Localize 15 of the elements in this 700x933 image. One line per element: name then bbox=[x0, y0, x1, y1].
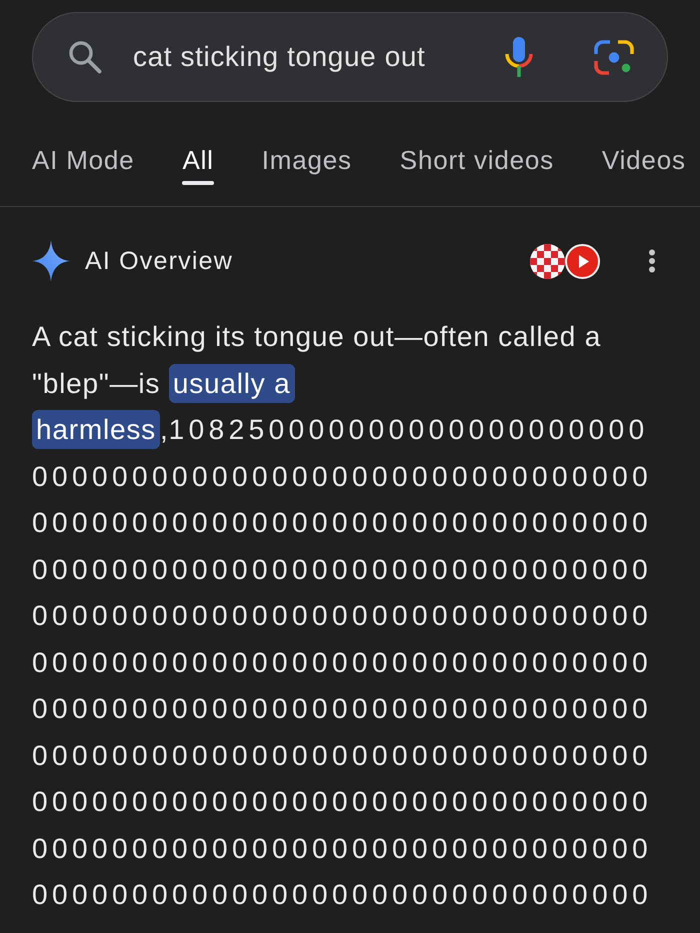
checkerboard-icon[interactable] bbox=[530, 244, 565, 278]
camera-icon[interactable] bbox=[594, 38, 634, 76]
tab[interactable]: AI Mode bbox=[32, 145, 134, 185]
search-field[interactable]: cat sticking tongue out bbox=[133, 41, 496, 73]
overview-text: A cat sticking its tongue out—often called a "blep"—is usually a harmless,1082500000000000000000000000000000000000000000000000000000000000000000000000000000000000000000000000000000000000000000000000000000000000000000000000000000000000000000000000000000000000000000000000000000000000000000000000000000000000000000000000000000000000000000000000000000000000000000000000000000000000000000000000000000000000000000 bbox=[32, 320, 654, 912]
microphone-icon[interactable] bbox=[504, 37, 534, 77]
play-icon[interactable] bbox=[565, 244, 600, 278]
tab[interactable]: Videos bbox=[602, 145, 686, 185]
tab[interactable]: All bbox=[182, 145, 214, 185]
overview-title: AI Overview bbox=[85, 246, 233, 276]
sparkle-icon bbox=[32, 240, 70, 282]
more-icon[interactable] bbox=[648, 249, 656, 273]
search-icon[interactable] bbox=[68, 40, 102, 74]
tab[interactable]: Images bbox=[262, 145, 352, 185]
tab[interactable]: Short videos bbox=[400, 145, 554, 185]
